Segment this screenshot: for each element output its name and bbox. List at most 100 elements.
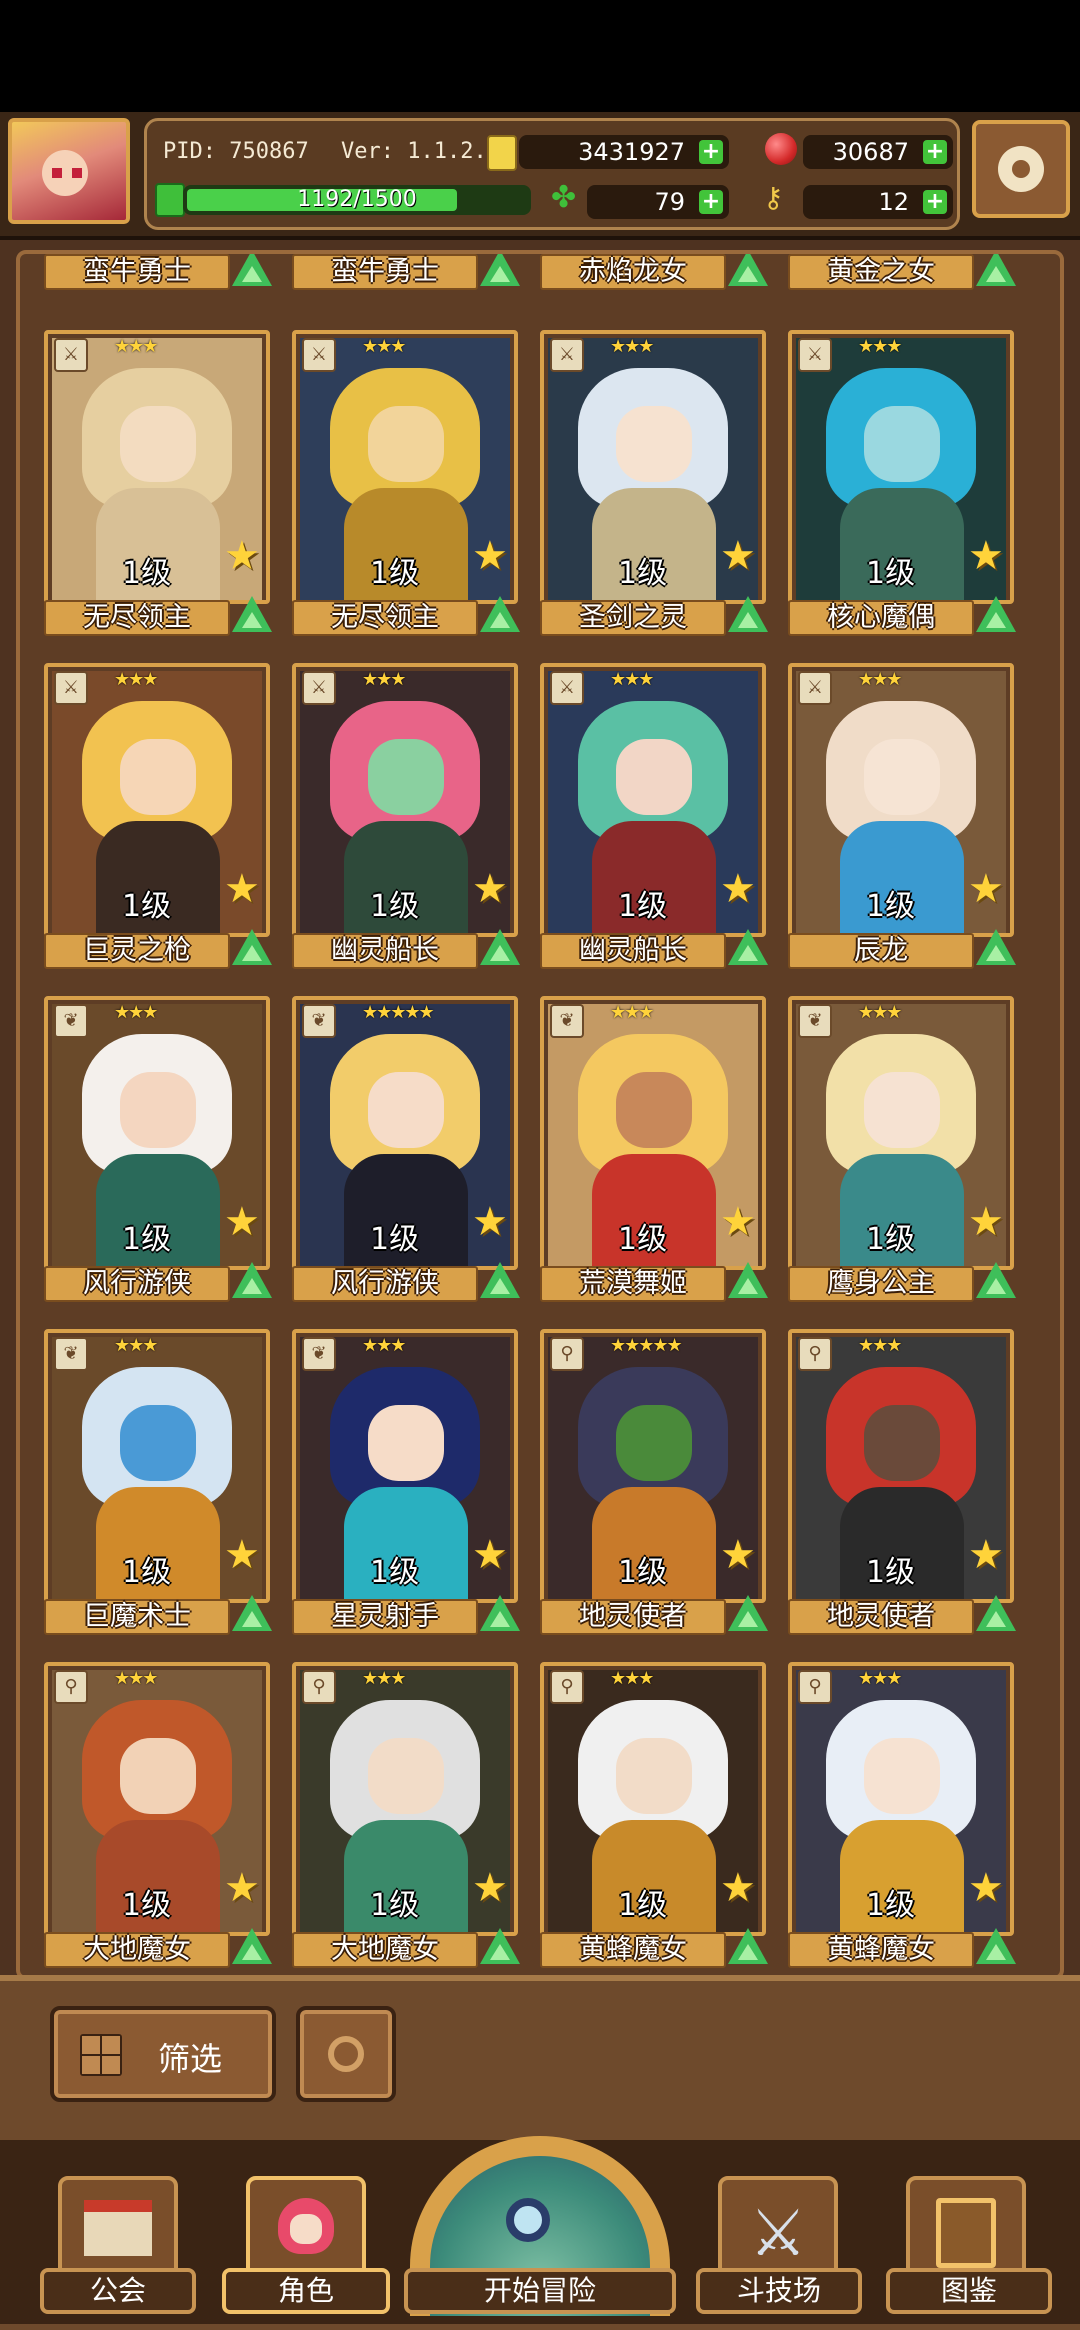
- star-upgrade-icon[interactable]: ★: [472, 869, 512, 909]
- upgrade-arrow-highlight: [738, 1944, 758, 1960]
- codex-book-icon: [936, 2198, 996, 2268]
- gold-coin-icon: [487, 135, 517, 171]
- card-level: 1级: [370, 1888, 420, 1923]
- upgrade-arrow-highlight: [490, 266, 510, 282]
- character-card[interactable]: ❦ ★★★ 1级 ★ 荒漠舞姬: [540, 996, 768, 1304]
- add-key-button[interactable]: +: [923, 190, 947, 214]
- card-name: 辰龙: [854, 935, 908, 966]
- card-level: 1级: [618, 556, 668, 591]
- upgrade-arrow-highlight: [490, 1944, 510, 1960]
- class-leaf-icon: ❦: [54, 1337, 88, 1371]
- star-upgrade-icon[interactable]: ★: [224, 536, 264, 576]
- nav-character-label[interactable]: 角色: [222, 2268, 390, 2314]
- card-name: 无尽领主: [83, 602, 191, 633]
- rarity-stars: ★★★: [858, 1668, 902, 1689]
- character-card[interactable]: ❦ ★★★ 1级 ★ 巨魔术士: [44, 1329, 272, 1637]
- portrait-face: [864, 739, 940, 815]
- star-upgrade-icon[interactable]: ★: [720, 536, 760, 576]
- card-partial[interactable]: 黄金之女: [788, 254, 1016, 292]
- character-grid: 蛮牛勇士 蛮牛勇士 赤焰龙女 黄金之女 ⚔ ★★★ 1级 ★ 无尽领主 ⚔ ★★★ 1级 ★ 无尽领主 ⚔ ★…: [16, 250, 1064, 1980]
- star-upgrade-icon[interactable]: ★: [224, 1868, 264, 1908]
- card-partial[interactable]: 蛮牛勇士: [292, 254, 520, 292]
- card-level: 1级: [866, 556, 916, 591]
- character-card[interactable]: ⚲ ★★★ 1级 ★ 大地魔女: [44, 1662, 272, 1970]
- card-level: 1级: [370, 1555, 420, 1590]
- star-upgrade-icon[interactable]: ★: [224, 1535, 264, 1575]
- character-card[interactable]: ⚔ ★★★ 1级 ★ 辰龙: [788, 663, 1016, 971]
- character-card[interactable]: ❦ ★★★ 1级 ★ 星灵射手: [292, 1329, 520, 1637]
- star-upgrade-icon[interactable]: ★: [968, 536, 1008, 576]
- player-avatar[interactable]: [8, 118, 130, 224]
- gold-value: 3431927: [578, 138, 685, 166]
- star-upgrade-icon[interactable]: ★: [224, 1202, 264, 1242]
- refresh-button[interactable]: [296, 2006, 396, 2102]
- card-level: 1级: [618, 1888, 668, 1923]
- star-upgrade-icon[interactable]: ★: [720, 1202, 760, 1242]
- filter-button[interactable]: 筛选: [50, 2006, 276, 2102]
- clover-icon: ✤: [551, 180, 577, 215]
- star-upgrade-icon[interactable]: ★: [968, 1535, 1008, 1575]
- nav-guild-label[interactable]: 公会: [40, 2268, 196, 2314]
- nav-codex-label[interactable]: 图鉴: [886, 2268, 1052, 2314]
- character-card[interactable]: ⚔ ★★★ 1级 ★ 巨灵之枪: [44, 663, 272, 971]
- class-sword-icon: ⚔: [798, 671, 832, 705]
- upgrade-arrow-highlight: [490, 1611, 510, 1627]
- add-gem-button[interactable]: +: [923, 140, 947, 164]
- star-upgrade-icon[interactable]: ★: [472, 536, 512, 576]
- character-card[interactable]: ⚲ ★★★ 1级 ★ 黄蜂魔女: [540, 1662, 768, 1970]
- nav-adventure-label[interactable]: 开始冒险: [404, 2268, 676, 2314]
- character-card[interactable]: ⚔ ★★★ 1级 ★ 幽灵船长: [540, 663, 768, 971]
- upgrade-arrow-highlight: [242, 266, 262, 282]
- star-upgrade-icon[interactable]: ★: [968, 1202, 1008, 1242]
- settings-button[interactable]: [972, 120, 1070, 218]
- star-upgrade-icon[interactable]: ★: [720, 1868, 760, 1908]
- card-name: 幽灵船长: [331, 935, 439, 966]
- nav-arena-label[interactable]: 斗技场: [696, 2268, 862, 2314]
- key-value: 12: [878, 188, 909, 216]
- star-upgrade-icon[interactable]: ★: [472, 1202, 512, 1242]
- star-upgrade-icon[interactable]: ★: [968, 869, 1008, 909]
- card-name: 巨魔术士: [83, 1601, 191, 1632]
- rarity-stars: ★★★: [858, 669, 902, 690]
- character-card[interactable]: ⚔ ★★★ 1级 ★ 核心魔偶: [788, 330, 1016, 638]
- add-clover-button[interactable]: +: [699, 190, 723, 214]
- character-card[interactable]: ⚔ ★★★ 1级 ★ 无尽领主: [292, 330, 520, 638]
- class-leaf-icon: ❦: [302, 1337, 336, 1371]
- class-staff-icon: ⚲: [550, 1670, 584, 1704]
- card-level: 1级: [122, 1555, 172, 1590]
- character-card[interactable]: ⚔ ★★★ 1级 ★ 无尽领主: [44, 330, 272, 638]
- upgrade-arrow-highlight: [738, 266, 758, 282]
- rarity-stars: ★★★: [114, 1002, 158, 1023]
- character-card[interactable]: ⚲ ★★★★★ 1级 ★ 地灵使者: [540, 1329, 768, 1637]
- card-partial[interactable]: 蛮牛勇士: [44, 254, 272, 292]
- character-card[interactable]: ❦ ★★★ 1级 ★ 风行游侠: [44, 996, 272, 1304]
- class-staff-icon: ⚲: [302, 1670, 336, 1704]
- star-upgrade-icon[interactable]: ★: [720, 1535, 760, 1575]
- portrait-face: [368, 1738, 444, 1814]
- star-upgrade-icon[interactable]: ★: [472, 1535, 512, 1575]
- character-card[interactable]: ⚲ ★★★ 1级 ★ 黄蜂魔女: [788, 1662, 1016, 1970]
- card-name: 黄金之女: [827, 256, 935, 287]
- character-card[interactable]: ❦ ★★★★★ 1级 ★ 风行游侠: [292, 996, 520, 1304]
- upgrade-arrow-highlight: [490, 1278, 510, 1294]
- gem-value: 30687: [832, 138, 909, 166]
- add-gold-button[interactable]: +: [699, 140, 723, 164]
- card-name: 黄蜂魔女: [827, 1934, 935, 1965]
- character-card[interactable]: ⚔ ★★★ 1级 ★ 圣剑之灵: [540, 330, 768, 638]
- rarity-stars: ★★★: [362, 1335, 406, 1356]
- card-partial[interactable]: 赤焰龙女: [540, 254, 768, 292]
- portrait-face: [616, 739, 692, 815]
- character-card[interactable]: ❦ ★★★ 1级 ★ 鹰身公主: [788, 996, 1016, 1304]
- crossed-swords-icon: ⚔: [749, 2197, 807, 2271]
- character-card[interactable]: ⚲ ★★★ 1级 ★ 大地魔女: [292, 1662, 520, 1970]
- character-card[interactable]: ⚔ ★★★ 1级 ★ 幽灵船长: [292, 663, 520, 971]
- star-upgrade-icon[interactable]: ★: [720, 869, 760, 909]
- star-upgrade-icon[interactable]: ★: [968, 1868, 1008, 1908]
- character-card[interactable]: ⚲ ★★★ 1级 ★ 地灵使者: [788, 1329, 1016, 1637]
- resource-panel: PID: 750867 Ver: 1.1.2.5 3431927 + 30687…: [144, 118, 960, 230]
- portrait-face: [864, 1738, 940, 1814]
- upgrade-arrow-highlight: [986, 266, 1006, 282]
- portrait-face: [616, 1072, 692, 1148]
- star-upgrade-icon[interactable]: ★: [224, 869, 264, 909]
- star-upgrade-icon[interactable]: ★: [472, 1868, 512, 1908]
